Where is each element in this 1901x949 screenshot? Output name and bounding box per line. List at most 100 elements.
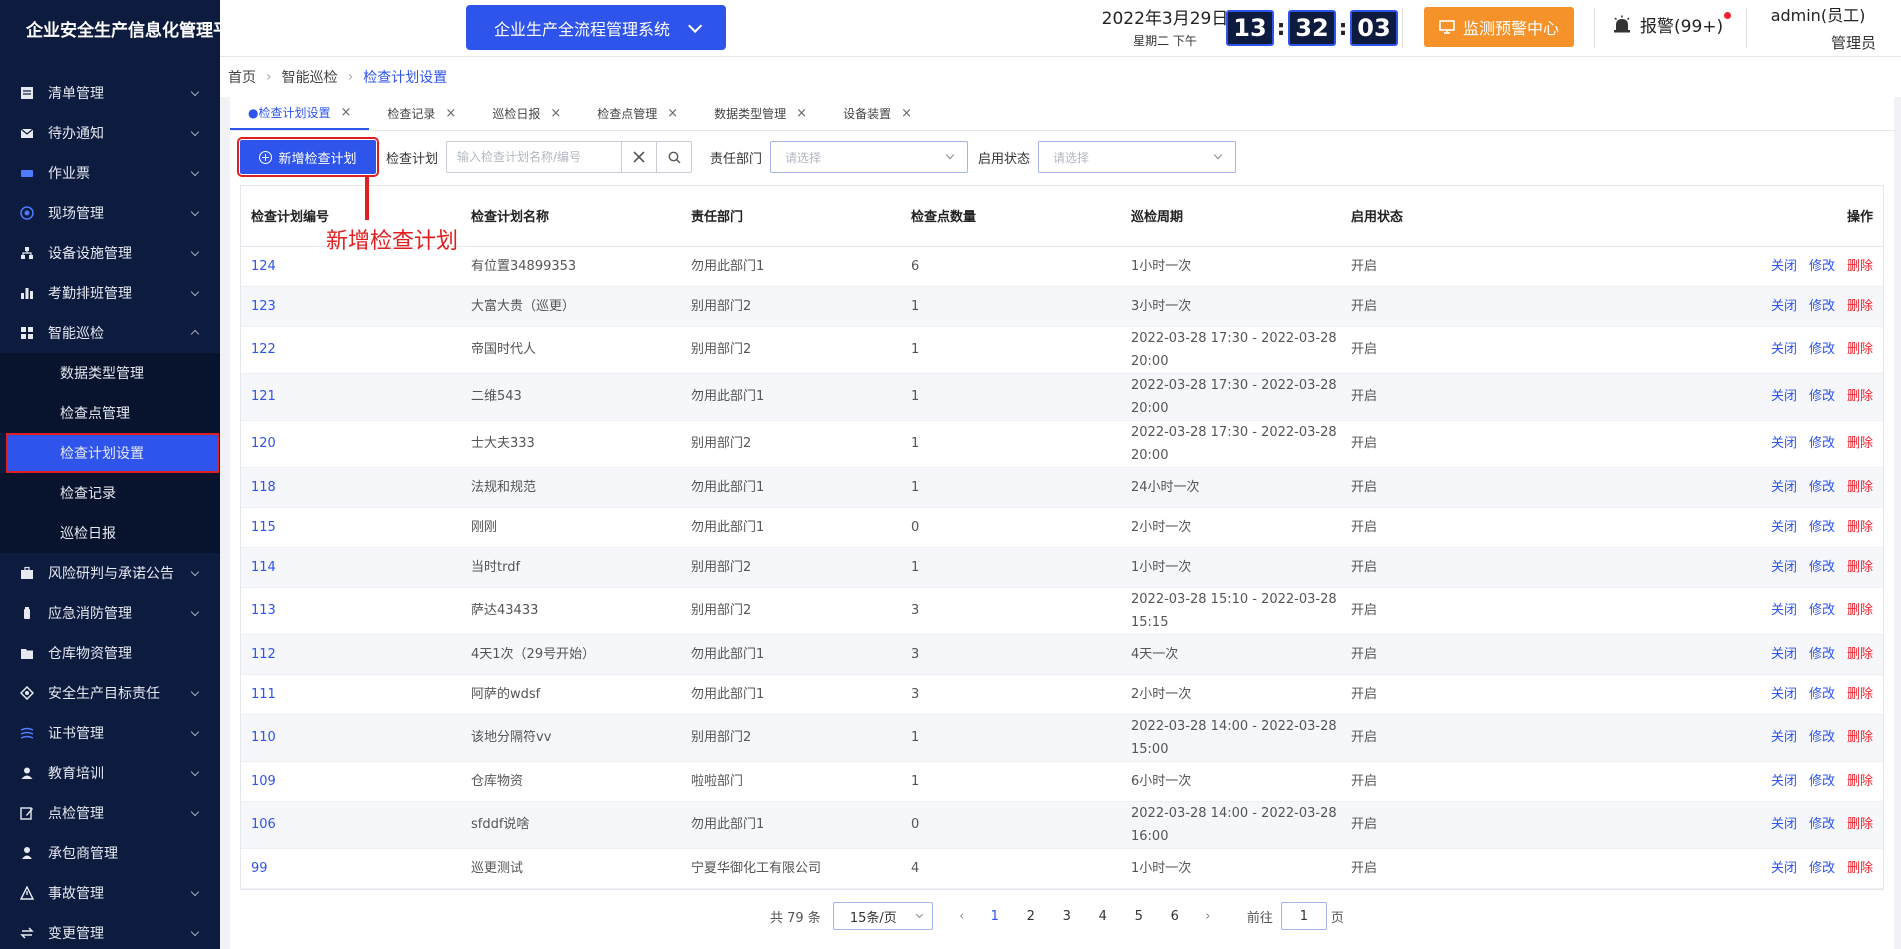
tab-plan-settings[interactable]: ●检查计划设置 × <box>230 96 370 130</box>
delete-button[interactable]: 删除 <box>1847 560 1873 575</box>
cell-id[interactable]: 122 <box>241 326 461 374</box>
delete-button[interactable]: 删除 <box>1847 520 1873 535</box>
delete-button[interactable]: 删除 <box>1847 299 1873 314</box>
edit-button[interactable]: 修改 <box>1809 520 1835 535</box>
sidebar-item-target[interactable]: 安全生产目标责任 <box>0 673 220 713</box>
delete-button[interactable]: 删除 <box>1847 647 1873 662</box>
delete-button[interactable]: 删除 <box>1847 389 1873 404</box>
edit-button[interactable]: 修改 <box>1809 480 1835 495</box>
delete-button[interactable]: 删除 <box>1847 603 1873 618</box>
delete-button[interactable]: 删除 <box>1847 730 1873 745</box>
cell-id[interactable]: 99 <box>241 848 461 889</box>
close-button[interactable]: 关闭 <box>1771 480 1797 495</box>
goto-page-input[interactable]: 1 <box>1280 902 1327 930</box>
edit-button[interactable]: 修改 <box>1809 687 1835 702</box>
sidebar-item-device[interactable]: 设备设施管理 <box>0 233 220 273</box>
close-icon[interactable]: × <box>445 106 456 121</box>
sidebar-item-emergency[interactable]: 应急消防管理 <box>0 593 220 633</box>
close-button[interactable]: 关闭 <box>1771 730 1797 745</box>
status-select[interactable]: 请选择 <box>1038 141 1237 173</box>
close-button[interactable]: 关闭 <box>1771 774 1797 789</box>
user-menu[interactable]: admin(员工) 管理员 <box>1748 2 1888 53</box>
clear-button[interactable] <box>621 142 656 172</box>
sidebar-item-list[interactable]: 清单管理 <box>0 73 220 113</box>
cell-id[interactable]: 118 <box>241 467 461 508</box>
edit-button[interactable]: 修改 <box>1809 647 1835 662</box>
sidebar-item-training[interactable]: 教育培训 <box>0 753 220 793</box>
delete-button[interactable]: 删除 <box>1847 480 1873 495</box>
cell-id[interactable]: 120 <box>241 420 461 468</box>
tab-records[interactable]: 检查记录 × <box>369 96 474 130</box>
delete-button[interactable]: 删除 <box>1847 817 1873 832</box>
sidebar-item-notice[interactable]: 待办通知 <box>0 113 220 153</box>
breadcrumb-section[interactable]: 智能巡检 <box>282 67 338 87</box>
close-button[interactable]: 关闭 <box>1771 817 1797 832</box>
cell-id[interactable]: 123 <box>241 286 461 327</box>
page-size-select[interactable]: 15条/页 <box>832 902 933 930</box>
delete-button[interactable]: 删除 <box>1847 342 1873 357</box>
sidebar-item-ticket[interactable]: 作业票 <box>0 153 220 193</box>
sidebar-item-accident[interactable]: 事故管理 <box>0 873 220 913</box>
close-button[interactable]: 关闭 <box>1771 560 1797 575</box>
close-icon[interactable]: × <box>667 106 678 121</box>
edit-button[interactable]: 修改 <box>1809 259 1835 274</box>
close-button[interactable]: 关闭 <box>1771 647 1797 662</box>
close-icon[interactable]: × <box>340 105 351 120</box>
cell-id[interactable]: 121 <box>241 373 461 421</box>
plan-search-input[interactable] <box>447 142 622 172</box>
system-select[interactable]: 企业生产全流程管理系统 <box>466 5 726 50</box>
page-button-3[interactable]: 3 <box>1049 909 1085 924</box>
delete-button[interactable]: 删除 <box>1847 436 1873 451</box>
edit-button[interactable]: 修改 <box>1809 560 1835 575</box>
close-icon[interactable]: × <box>901 106 912 121</box>
tab-device[interactable]: 设备装置 × <box>825 96 930 130</box>
sidebar-sub-data-type[interactable]: 数据类型管理 <box>0 353 220 393</box>
close-button[interactable]: 关闭 <box>1771 861 1797 876</box>
close-button[interactable]: 关闭 <box>1771 299 1797 314</box>
prev-page-icon[interactable]: ‹ <box>947 909 977 924</box>
tab-daily-report[interactable]: 巡检日报 × <box>474 96 579 130</box>
cell-id[interactable]: 111 <box>241 674 461 715</box>
sidebar-item-risk[interactable]: 风险研判与承诺公告 <box>0 553 220 593</box>
cell-id[interactable]: 106 <box>241 801 461 849</box>
cell-id[interactable]: 112 <box>241 634 461 675</box>
edit-button[interactable]: 修改 <box>1809 861 1835 876</box>
cell-id[interactable]: 113 <box>241 587 461 635</box>
close-icon[interactable]: × <box>796 106 807 121</box>
tab-checkpoint[interactable]: 检查点管理 × <box>579 96 696 130</box>
delete-button[interactable]: 删除 <box>1847 687 1873 702</box>
cell-id[interactable]: 114 <box>241 547 461 588</box>
close-button[interactable]: 关闭 <box>1771 389 1797 404</box>
sidebar-item-inspection[interactable]: 智能巡检 <box>0 313 220 353</box>
edit-button[interactable]: 修改 <box>1809 299 1835 314</box>
close-icon[interactable]: × <box>550 106 561 121</box>
tab-data-type[interactable]: 数据类型管理 × <box>696 96 825 130</box>
delete-button[interactable]: 删除 <box>1847 774 1873 789</box>
sidebar-sub-plan-settings[interactable]: 检查计划设置 <box>6 433 219 473</box>
sidebar-item-change[interactable]: 变更管理 <box>0 913 220 949</box>
edit-button[interactable]: 修改 <box>1809 817 1835 832</box>
sidebar-item-spot-check[interactable]: 点检管理 <box>0 793 220 833</box>
cell-id[interactable]: 109 <box>241 761 461 802</box>
page-button-1[interactable]: 1 <box>977 909 1013 924</box>
close-button[interactable]: 关闭 <box>1771 436 1797 451</box>
page-button-2[interactable]: 2 <box>1013 909 1049 924</box>
page-button-4[interactable]: 4 <box>1085 909 1121 924</box>
page-button-5[interactable]: 5 <box>1121 909 1157 924</box>
sidebar-item-site[interactable]: 现场管理 <box>0 193 220 233</box>
edit-button[interactable]: 修改 <box>1809 342 1835 357</box>
sidebar-sub-daily-report[interactable]: 巡检日报 <box>0 513 220 553</box>
delete-button[interactable]: 删除 <box>1847 861 1873 876</box>
alarm-button[interactable]: 报警(99+) <box>1612 12 1732 37</box>
next-page-icon[interactable]: › <box>1193 909 1223 924</box>
edit-button[interactable]: 修改 <box>1809 603 1835 618</box>
edit-button[interactable]: 修改 <box>1809 436 1835 451</box>
sidebar-item-warehouse[interactable]: 仓库物资管理 <box>0 633 220 673</box>
sidebar-item-attendance[interactable]: 考勤排班管理 <box>0 273 220 313</box>
page-button-6[interactable]: 6 <box>1157 909 1193 924</box>
sidebar-item-certificate[interactable]: 证书管理 <box>0 713 220 753</box>
sidebar-sub-checkpoint[interactable]: 检查点管理 <box>0 393 220 433</box>
edit-button[interactable]: 修改 <box>1809 774 1835 789</box>
delete-button[interactable]: 删除 <box>1847 259 1873 274</box>
edit-button[interactable]: 修改 <box>1809 730 1835 745</box>
